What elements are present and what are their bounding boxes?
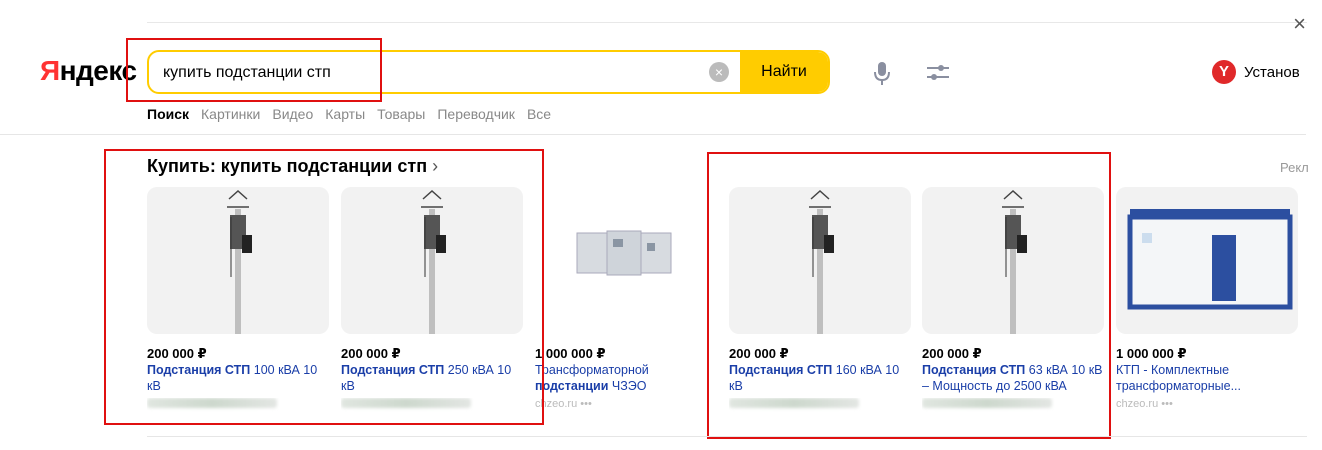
tab-video[interactable]: Видео <box>272 106 313 122</box>
product-shop[interactable] <box>922 398 1104 412</box>
product-title-bold: Подстанция СТП <box>341 363 445 377</box>
product-title[interactable]: Трансформаторной подстанции ЧЗЭО <box>535 362 717 394</box>
yandex-logo[interactable]: Яндекс <box>40 55 137 87</box>
product-price: 200 000 ₽ <box>729 346 789 361</box>
ad-label: Рекл <box>1280 160 1309 175</box>
tab-images[interactable]: Картинки <box>201 106 260 122</box>
yandex-browser-icon: Y <box>1212 60 1236 84</box>
blurred-shop-name <box>922 398 1052 408</box>
product-shop[interactable]: chzeo.ru ••• <box>535 398 717 412</box>
bottom-divider <box>147 436 1307 437</box>
clear-icon[interactable]: × <box>709 62 729 82</box>
close-icon[interactable]: × <box>1293 13 1306 35</box>
product-title-bold: Подстанция СТП <box>922 363 1026 377</box>
pole-substation-icon <box>421 189 446 334</box>
product-title-bold: Подстанция СТП <box>729 363 833 377</box>
install-browser-button[interactable]: Y Установ <box>1212 60 1300 84</box>
product-title[interactable]: Подстанция СТП 250 кВА 10 кВ <box>341 362 523 394</box>
pole-substation-icon <box>1002 189 1027 334</box>
product-title-rest: ЧЗЭО <box>608 379 647 393</box>
tab-products[interactable]: Товары <box>377 106 425 122</box>
find-button[interactable]: Найти <box>740 52 828 92</box>
product-image[interactable] <box>729 187 911 334</box>
product-title[interactable]: Подстанция СТП 160 кВА 10 кВ <box>729 362 911 394</box>
product-price: 200 000 ₽ <box>341 346 401 361</box>
product-title[interactable]: КТП - Комплектные трансформаторные... <box>1116 362 1298 394</box>
product-card[interactable]: 1 000 000 ₽ Трансформаторной подстанции … <box>535 187 717 412</box>
product-title[interactable]: Подстанция СТП 63 кВА 10 кВ – Мощность д… <box>922 362 1104 394</box>
logo-first-letter: Я <box>40 55 60 86</box>
microphone-icon[interactable] <box>872 60 892 88</box>
product-title-bold: подстанции <box>535 379 609 393</box>
install-label: Установ <box>1244 63 1300 81</box>
header-divider <box>0 134 1306 135</box>
shopping-block-title[interactable]: Купить: купить подстанции стп › <box>147 156 438 177</box>
ktp-container-icon <box>1127 209 1293 310</box>
pole-substation-icon <box>227 189 252 334</box>
product-card[interactable]: 200 000 ₽ Подстанция СТП 250 кВА 10 кВ <box>341 187 523 412</box>
filters-icon[interactable] <box>925 62 951 84</box>
product-shop[interactable] <box>341 398 523 412</box>
product-shop[interactable] <box>729 398 911 412</box>
product-shop[interactable]: chzeo.ru ••• <box>1116 398 1298 412</box>
tab-maps[interactable]: Карты <box>325 106 365 122</box>
product-price: 200 000 ₽ <box>922 346 982 361</box>
product-card[interactable]: 200 000 ₽ Подстанция СТП 100 кВА 10 кВ <box>147 187 329 412</box>
tab-translate[interactable]: Переводчик <box>437 106 515 122</box>
blurred-shop-name <box>729 398 859 408</box>
product-title-pre: Трансформаторной <box>535 363 649 377</box>
search-input[interactable] <box>161 52 705 92</box>
shopping-title-text: Купить: купить подстанции стп <box>147 156 428 176</box>
top-divider <box>147 22 1307 23</box>
product-image[interactable] <box>147 187 329 334</box>
blurred-shop-name <box>341 398 471 408</box>
product-shop[interactable] <box>147 398 329 412</box>
tab-all[interactable]: Все <box>527 106 551 122</box>
product-image[interactable] <box>922 187 1104 334</box>
chevron-right-icon: › <box>432 156 439 176</box>
product-price: 1 000 000 ₽ <box>1116 346 1187 361</box>
product-card[interactable]: 200 000 ₽ Подстанция СТП 160 кВА 10 кВ <box>729 187 911 412</box>
pole-substation-icon <box>809 189 834 334</box>
tab-search[interactable]: Поиск <box>147 106 189 122</box>
product-title[interactable]: Подстанция СТП 100 кВА 10 кВ <box>147 362 329 394</box>
product-image[interactable] <box>535 187 717 334</box>
product-price: 1 000 000 ₽ <box>535 346 606 361</box>
product-title-pre: КТП - Комплектные трансформаторные... <box>1116 363 1241 393</box>
search-bar: × Найти <box>147 50 830 94</box>
product-title-bold: Подстанция СТП <box>147 363 251 377</box>
search-tabs: Поиск Картинки Видео Карты Товары Перево… <box>147 106 563 122</box>
product-price: 200 000 ₽ <box>147 346 207 361</box>
switchgear-icon <box>576 230 672 276</box>
blurred-shop-name <box>147 398 277 408</box>
product-image[interactable] <box>341 187 523 334</box>
product-card[interactable]: 1 000 000 ₽ КТП - Комплектные трансформа… <box>1116 187 1298 412</box>
product-card[interactable]: 200 000 ₽ Подстанция СТП 63 кВА 10 кВ – … <box>922 187 1104 412</box>
product-image[interactable] <box>1116 187 1298 334</box>
logo-rest: ндекс <box>59 55 137 86</box>
